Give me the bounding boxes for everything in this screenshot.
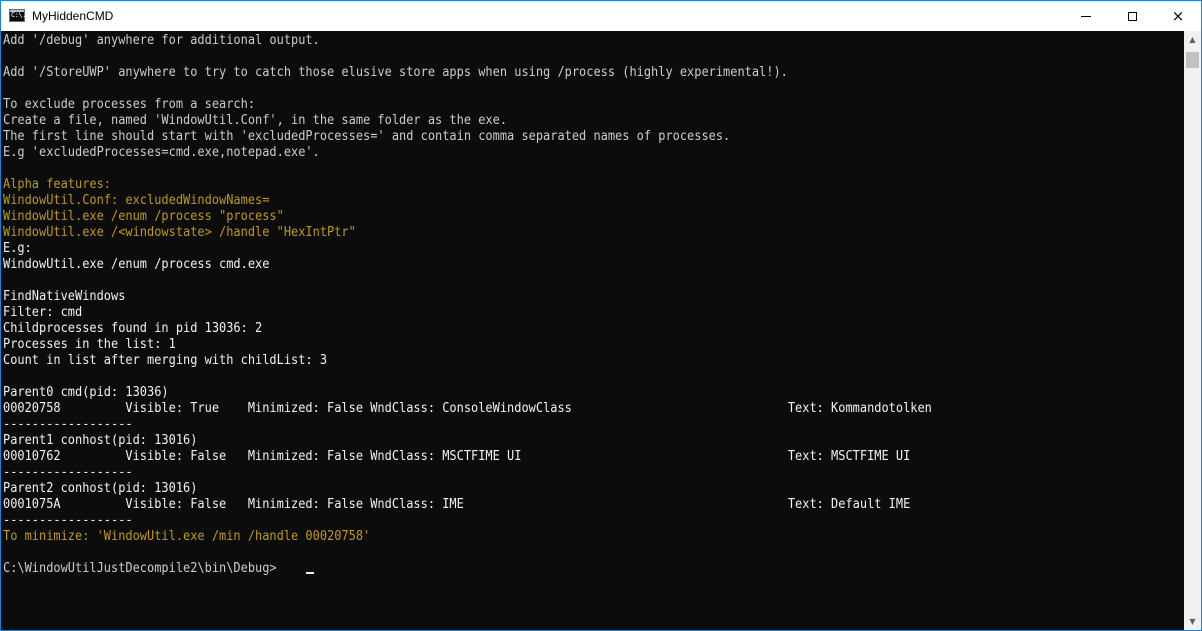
console-line-highlight: WindowUtil.exe /<windowstate> /handle "H… [3, 225, 356, 240]
console-line: ------------------ [3, 417, 133, 432]
console-line: 00010762 Visible: False Minimized: False… [3, 449, 911, 464]
chevron-up-icon: ▲ [1189, 35, 1196, 44]
console-line: Count in list after merging with childLi… [3, 353, 328, 368]
console-line: The first line should start with 'exclud… [3, 129, 731, 144]
console-line-highlight: To minimize: 'WindowUtil.exe /min /handl… [3, 529, 371, 544]
console-line: Filter: cmd [3, 305, 83, 320]
scroll-up-button[interactable]: ▲ [1184, 31, 1201, 48]
console-line: FindNativeWindows [3, 289, 126, 304]
close-icon: × [1171, 6, 1185, 25]
console-line-highlight: Alpha features: [3, 177, 112, 192]
console-line: 00020758 Visible: True Minimized: False … [3, 401, 932, 416]
close-button[interactable]: × [1155, 1, 1201, 31]
console-window: C:\. MyHiddenCMD × Add '/debug' anywhere… [0, 0, 1202, 631]
maximize-button[interactable] [1109, 1, 1155, 31]
title-bar[interactable]: C:\. MyHiddenCMD × [1, 1, 1201, 31]
text-cursor [306, 572, 314, 574]
console-line: Processes in the list: 1 [3, 337, 176, 352]
minimize-icon [1081, 16, 1091, 17]
console-line-highlight: WindowUtil.exe /enum /process "process" [3, 209, 284, 224]
console-line: E.g 'excludedProcesses=cmd.exe,notepad.e… [3, 145, 320, 160]
cmd-icon-glyph: C:\. [11, 11, 26, 19]
scroll-thumb[interactable] [1186, 52, 1199, 68]
cmd-icon[interactable]: C:\. [9, 9, 26, 22]
console-output[interactable]: Add '/debug' anywhere for additional out… [1, 31, 1184, 630]
console-line: Create a file, named 'WindowUtil.Conf', … [3, 113, 508, 128]
console-line-highlight: WindowUtil.Conf: excludedWindowNames= [3, 193, 270, 208]
console-line: 0001075A Visible: False Minimized: False… [3, 497, 911, 512]
console-line: E.g: [3, 241, 32, 256]
console-line: Parent0 cmd(pid: 13036) [3, 385, 169, 400]
console-line: WindowUtil.exe /enum /process cmd.exe [3, 257, 270, 272]
minimize-button[interactable] [1063, 1, 1109, 31]
console-line: Add '/debug' anywhere for additional out… [3, 33, 320, 48]
console-line: ------------------ [3, 513, 133, 528]
window-title: MyHiddenCMD [32, 9, 114, 23]
console-line: Childprocesses found in pid 13036: 2 [3, 321, 263, 336]
console-line: Parent2 conhost(pid: 13016) [3, 481, 198, 496]
maximize-icon [1127, 11, 1137, 21]
chevron-down-icon: ▼ [1189, 617, 1196, 626]
console-line: To exclude processes from a search: [3, 97, 256, 112]
vertical-scrollbar[interactable]: ▲ ▼ [1184, 31, 1201, 630]
command-prompt[interactable]: C:\WindowUtilJustDecompile2\bin\Debug> [3, 561, 277, 577]
scroll-down-button[interactable]: ▼ [1184, 613, 1201, 630]
console-line: Add '/StoreUWP' anywhere to try to catch… [3, 65, 788, 80]
console-line: ------------------ [3, 465, 133, 480]
console-line: Parent1 conhost(pid: 13016) [3, 433, 198, 448]
